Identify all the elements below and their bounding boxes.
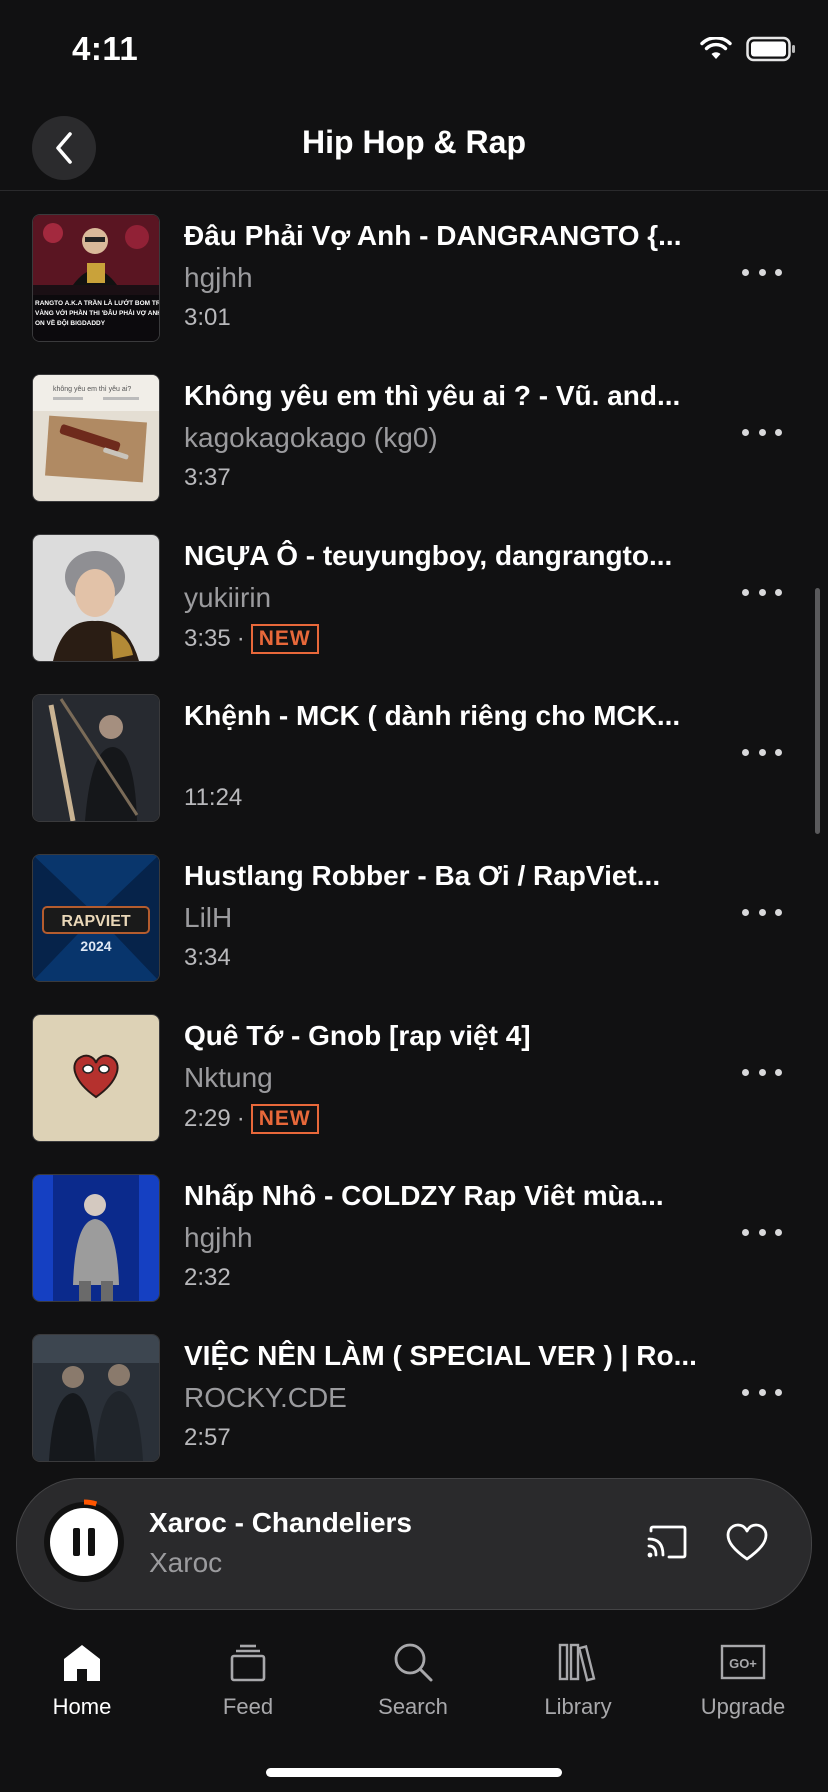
track-meta: 11:24 (184, 784, 242, 812)
track-title: Đâu Phải Vợ Anh - DANGRANGTO {... (184, 220, 682, 251)
tab-feed[interactable]: Feed (173, 1638, 323, 1720)
cast-button[interactable] (645, 1523, 689, 1563)
artwork-year: 2024 (80, 938, 111, 954)
track-title: Nhấp Nhô - COLDZY Rap Viêt mùa... (184, 1180, 664, 1211)
track-meta: 2:29 · NEW (184, 1104, 319, 1134)
status-time: 4:11 (72, 30, 139, 67)
track-title: Khệnh - MCK ( dành riêng cho MCK... (184, 700, 681, 731)
home-indicator (266, 1768, 562, 1777)
track-duration: 3:35 (184, 625, 231, 652)
new-badge: NEW (250, 624, 319, 654)
upgrade-go-plus-icon: GO+ (720, 1644, 766, 1680)
track-meta: 3:34 (184, 944, 231, 972)
track-row[interactable]: RANGTO A.K.A TRẦN LÀ LƯỚT BOM TRỌN VÀNG … (0, 190, 828, 350)
track-duration: 3:37 (184, 464, 231, 491)
track-row[interactable]: VIỆC NÊN LÀM ( SPECIAL VER ) | Ro... ROC… (0, 1310, 828, 1470)
tab-upgrade[interactable]: GO+ Upgrade (668, 1638, 818, 1720)
tab-label: Library (544, 1694, 612, 1719)
tab-bar: Home Feed Search Library GO+ Upgrade (0, 1610, 828, 1792)
scrollbar[interactable] (815, 588, 820, 834)
track-uploader[interactable]: Nktung (184, 1062, 684, 1094)
search-icon (394, 1643, 433, 1682)
track-duration: 2:29 (184, 1105, 231, 1132)
track-duration: 11:24 (184, 784, 243, 811)
track-duration: 3:01 (184, 304, 231, 331)
track-artwork: RAPVIET 2024 (32, 854, 160, 982)
track-uploader[interactable]: yukiirin (184, 582, 684, 614)
track-artwork (32, 694, 160, 822)
track-uploader[interactable]: ROCKY.CDE (184, 1382, 684, 1414)
now-playing-artist[interactable]: Xaroc (149, 1547, 222, 1579)
battery-icon (746, 36, 795, 62)
track-row[interactable]: Nhấp Nhô - COLDZY Rap Viêt mùa... hgjhh … (0, 1150, 828, 1310)
new-badge: NEW (250, 1104, 319, 1134)
heart-icon (726, 1523, 768, 1561)
track-title: Hustlang Robber - Ba Ơi / RapViet... (184, 860, 661, 891)
track-title: Quê Tớ - Gnob [rap việt 4] (184, 1020, 531, 1051)
track-meta: 3:01 (184, 304, 231, 332)
more-options-button[interactable] (742, 1224, 782, 1240)
home-icon (64, 1645, 100, 1681)
tab-label: Home (52, 1694, 112, 1719)
track-row[interactable]: Quê Tớ - Gnob [rap việt 4] Nktung 2:29 ·… (0, 990, 828, 1150)
track-meta: 2:57 (184, 1424, 231, 1452)
tab-label: Feed (222, 1694, 274, 1719)
track-title: VIỆC NÊN LÀM ( SPECIAL VER ) | Ro... (184, 1340, 697, 1371)
status-icons (700, 36, 796, 62)
now-playing-title: Xaroc - Chandeliers (149, 1507, 412, 1538)
mini-player[interactable]: Xaroc - Chandeliers Xaroc (16, 1478, 812, 1610)
track-title: NGỰA Ô - teuyungboy, dangrangto... (184, 540, 673, 571)
track-duration: 2:32 (184, 1264, 231, 1291)
track-meta: 3:37 (184, 464, 231, 492)
more-options-button[interactable] (742, 424, 782, 440)
track-duration: 2:57 (184, 1424, 231, 1451)
artwork-caption: RAPVIET (61, 913, 131, 930)
track-artwork: không yêu em thì yêu ai? (32, 374, 160, 502)
more-options-button[interactable] (742, 1384, 782, 1400)
more-options-button[interactable] (742, 1064, 782, 1080)
track-title: Không yêu em thì yêu ai ? - Vũ. and... (184, 380, 681, 411)
wifi-icon (700, 37, 732, 59)
pause-button[interactable] (41, 1499, 127, 1585)
track-meta: 3:35 · NEW (184, 624, 319, 654)
track-row[interactable]: không yêu em thì yêu ai? Không yêu em th… (0, 350, 828, 510)
like-button[interactable] (725, 1523, 769, 1563)
page-title: Hip Hop & Rap (302, 124, 526, 160)
more-options-button[interactable] (742, 744, 782, 760)
track-artwork (32, 534, 160, 662)
pause-icon (41, 1499, 127, 1585)
track-row[interactable]: RAPVIET 2024 Hustlang Robber - Ba Ơi / R… (0, 830, 828, 990)
track-row[interactable]: NGỰA Ô - teuyungboy, dangrangto... yukii… (0, 510, 828, 670)
tab-search[interactable]: Search (338, 1638, 488, 1720)
track-row[interactable]: Khệnh - MCK ( dành riêng cho MCK... 11:2… (0, 670, 828, 830)
page-header: Hip Hop & Rap (0, 100, 828, 191)
artwork-caption: không yêu em thì yêu ai? (53, 386, 131, 393)
feed-icon (230, 1644, 266, 1682)
track-uploader[interactable]: kagokagokago (kg0) (184, 422, 684, 454)
track-duration: 3:34 (184, 944, 231, 971)
track-list[interactable]: RANGTO A.K.A TRẦN LÀ LƯỚT BOM TRỌN VÀNG … (0, 190, 828, 1470)
track-uploader[interactable]: LilH (184, 902, 684, 934)
track-meta: 2:32 (184, 1264, 231, 1292)
track-uploader[interactable]: hgjhh (184, 1222, 684, 1254)
more-options-button[interactable] (742, 904, 782, 920)
track-artwork: RANGTO A.K.A TRẦN LÀ LƯỚT BOM TRỌN VÀNG … (32, 214, 160, 342)
tab-library[interactable]: Library (503, 1638, 653, 1720)
library-icon (558, 1643, 596, 1682)
cast-icon (647, 1525, 687, 1559)
track-artwork (32, 1014, 160, 1142)
track-artwork (32, 1334, 160, 1462)
more-options-button[interactable] (742, 264, 782, 280)
track-uploader[interactable]: hgjhh (184, 262, 684, 294)
more-options-button[interactable] (742, 584, 782, 600)
tab-label: Search (378, 1694, 448, 1719)
upgrade-icon-text: GO+ (729, 1656, 757, 1671)
track-artwork (32, 1174, 160, 1302)
tab-home[interactable]: Home (7, 1638, 157, 1720)
tab-label: Upgrade (700, 1694, 786, 1719)
status-bar: 4:11 (0, 0, 828, 100)
